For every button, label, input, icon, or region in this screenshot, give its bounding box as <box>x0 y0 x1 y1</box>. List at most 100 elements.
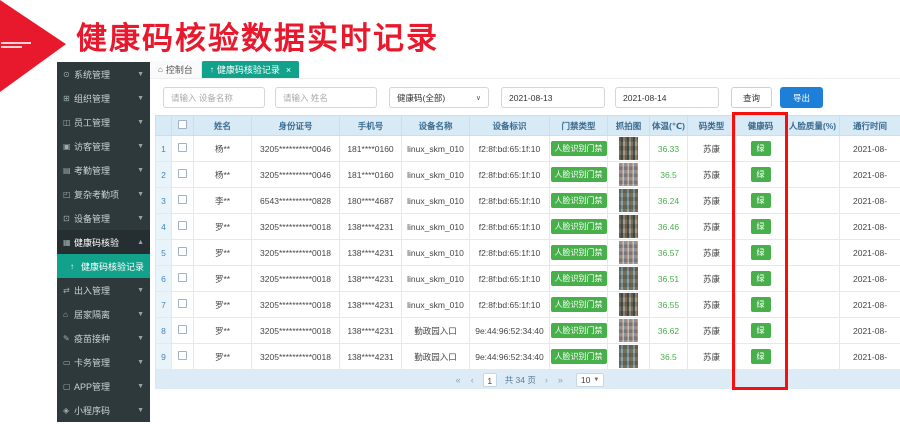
access-type-badge: 人脸识别门禁 <box>551 141 607 156</box>
row-checkbox[interactable] <box>178 273 187 282</box>
in-out-icon: ⇄ <box>63 286 74 295</box>
sidebar-item-小程序码[interactable]: ◈小程序码▼ <box>57 398 150 422</box>
sidebar-item-居家隔离[interactable]: ⌂居家隔离▼ <box>57 302 150 326</box>
cell-pass-time: 2021-08- <box>840 240 900 266</box>
cell-device-name: linux_skm_010 <box>402 214 470 240</box>
health-code-badge: 绿 <box>751 167 771 182</box>
current-page-input[interactable]: 1 <box>483 373 497 387</box>
next-page-button[interactable]: › <box>545 375 548 385</box>
access-type-badge: 人脸识别门禁 <box>551 219 607 234</box>
cell-device-id: f2:8f:bd:65:1f:10 <box>470 214 550 240</box>
row-checkbox[interactable] <box>178 325 187 334</box>
sidebar-item-疫苗接种[interactable]: ✎疫苗接种▼ <box>57 326 150 350</box>
cell-id-number: 3205**********0018 <box>252 344 340 370</box>
sidebar-item-员工管理[interactable]: ◫员工管理▼ <box>57 110 150 134</box>
home-icon: ⌂ <box>63 310 74 319</box>
cell-name: 罗** <box>194 240 252 266</box>
chevron-down-icon: ▼ <box>137 95 144 102</box>
query-button[interactable]: 查询 <box>731 87 772 108</box>
record-up-icon: ↑ <box>210 65 214 74</box>
tab-close-icon[interactable]: × <box>286 65 291 75</box>
page-size-select[interactable]: 10 ▼ <box>576 373 604 387</box>
chevron-down-icon: ▼ <box>137 335 144 342</box>
device-lock-icon: ⊡ <box>63 214 74 223</box>
row-checkbox[interactable] <box>178 351 187 360</box>
row-checkbox[interactable] <box>178 221 187 230</box>
cell-temperature: 36.46 <box>650 214 688 240</box>
cell-row-number: 9 <box>156 344 172 370</box>
last-page-button[interactable]: » <box>558 375 563 385</box>
tab-console-label: 控制台 <box>166 63 193 76</box>
chevron-down-icon: ▼ <box>137 191 144 198</box>
cell-pass-time: 2021-08- <box>840 162 900 188</box>
cell-row-number: 1 <box>156 136 172 162</box>
tab-bar: ⌂ 控制台 ↑ 健康码核验记录 × <box>150 62 900 79</box>
cell-snapshot <box>608 188 650 214</box>
cell-face-quality <box>786 136 840 162</box>
page-size-value: 10 <box>581 375 590 385</box>
cell-name: 罗** <box>194 318 252 344</box>
sidebar-item-访客管理[interactable]: ▣访客管理▼ <box>57 134 150 158</box>
sidebar-item-组织管理[interactable]: ⊞组织管理▼ <box>57 86 150 110</box>
row-checkbox[interactable] <box>178 247 187 256</box>
tab-console[interactable]: ⌂ 控制台 <box>150 61 202 78</box>
sidebar-item-label: 系统管理 <box>74 68 137 81</box>
row-checkbox[interactable] <box>178 143 187 152</box>
cell-name: 李** <box>194 188 252 214</box>
sidebar-item-复杂考勤项[interactable]: ◰复杂考勤项▼ <box>57 182 150 206</box>
export-button[interactable]: 导出 <box>780 87 823 108</box>
cell-code-type: 苏康 <box>688 292 736 318</box>
row-checkbox[interactable] <box>178 195 187 204</box>
cell-select <box>172 214 194 240</box>
cell-id-number: 3205**********0018 <box>252 214 340 240</box>
prev-page-button[interactable]: ‹ <box>471 375 474 385</box>
cell-code-type: 苏康 <box>688 136 736 162</box>
device-name-input[interactable] <box>163 87 265 108</box>
chevron-down-icon: ▼ <box>137 383 144 390</box>
date-to-input[interactable] <box>615 87 719 108</box>
cell-temperature: 36.62 <box>650 318 688 344</box>
cell-access-type: 人脸识别门禁 <box>550 344 608 370</box>
sidebar-item-健康码核验[interactable]: ▦健康码核验▲ <box>57 230 150 254</box>
person-name-input[interactable] <box>275 87 377 108</box>
access-type-badge: 人脸识别门禁 <box>551 271 607 286</box>
cell-device-id: f2:8f:bd:65:1f:10 <box>470 292 550 318</box>
page-title: 健康码核验数据实时记录 <box>76 13 439 58</box>
cell-access-type: 人脸识别门禁 <box>550 266 608 292</box>
first-page-button[interactable]: « <box>456 375 461 385</box>
sidebar-item-设备管理[interactable]: ⊡设备管理▼ <box>57 206 150 230</box>
sidebar-item-label: 组织管理 <box>74 92 137 105</box>
miniprogram-icon: ◈ <box>63 406 74 415</box>
cell-name: 罗** <box>194 266 252 292</box>
health-code-badge: 绿 <box>751 141 771 156</box>
tab-health-code-record[interactable]: ↑ 健康码核验记录 × <box>202 61 299 78</box>
sidebar-item-APP管理[interactable]: ▢APP管理▼ <box>57 374 150 398</box>
sidebar-item-健康码核验记录[interactable]: ↑健康码核验记录 <box>57 254 150 278</box>
table-row: 3李**6543**********0828180****4687linux_s… <box>156 188 900 214</box>
select-all-checkbox[interactable] <box>178 120 187 129</box>
access-type-badge: 人脸识别门禁 <box>551 297 607 312</box>
column-header-身份证号: 身份证号 <box>252 116 340 136</box>
row-checkbox[interactable] <box>178 169 187 178</box>
chevron-down-icon: ▼ <box>137 287 144 294</box>
cell-code-type: 苏康 <box>688 266 736 292</box>
cell-phone: 181****0160 <box>340 162 402 188</box>
cell-row-number: 8 <box>156 318 172 344</box>
cell-access-type: 人脸识别门禁 <box>550 214 608 240</box>
date-from-input[interactable] <box>501 87 605 108</box>
sidebar-item-卡务管理[interactable]: ▭卡务管理▼ <box>57 350 150 374</box>
row-checkbox[interactable] <box>178 299 187 308</box>
health-code-select[interactable]: 健康码(全部) ∨ <box>389 87 489 108</box>
sidebar-item-系统管理[interactable]: ⊙系统管理▼ <box>57 62 150 86</box>
sidebar-item-考勤管理[interactable]: ▤考勤管理▼ <box>57 158 150 182</box>
cell-snapshot <box>608 214 650 240</box>
snapshot-image <box>619 137 638 160</box>
cell-access-type: 人脸识别门禁 <box>550 318 608 344</box>
sidebar-item-label: 健康码核验记录 <box>81 260 144 273</box>
sidebar-item-出入管理[interactable]: ⇄出入管理▼ <box>57 278 150 302</box>
cell-access-type: 人脸识别门禁 <box>550 292 608 318</box>
cell-snapshot <box>608 344 650 370</box>
column-header-设备名称: 设备名称 <box>402 116 470 136</box>
cell-select <box>172 240 194 266</box>
cell-access-type: 人脸识别门禁 <box>550 136 608 162</box>
